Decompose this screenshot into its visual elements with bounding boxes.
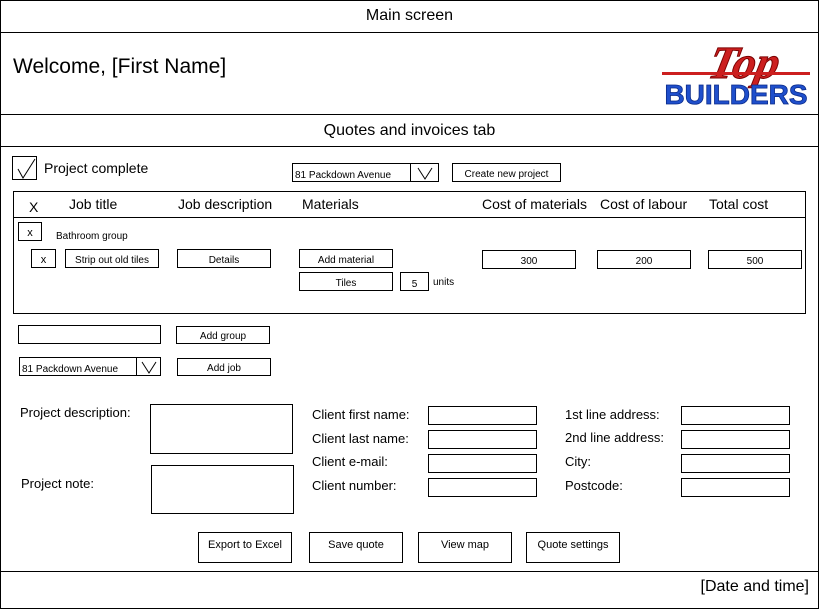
date-time-display: [Date and time] <box>700 578 810 595</box>
client-email-input[interactable] <box>428 454 537 473</box>
job-details-button[interactable]: Details <box>177 249 271 268</box>
project-select-value: 81 Packdown Avenue <box>295 170 392 181</box>
group-name: Bathroom group <box>56 231 128 242</box>
column-header-remove: X <box>29 199 39 215</box>
column-header-cost-materials: Cost of materials <box>482 196 588 212</box>
project-description-input[interactable] <box>150 404 293 454</box>
job-project-select[interactable]: 81 Packdown Avenue <box>19 357 161 376</box>
address-line1-input[interactable] <box>681 406 790 425</box>
material-field[interactable]: Tiles <box>299 272 393 291</box>
city-label: City: <box>565 454 591 469</box>
address-line2-input[interactable] <box>681 430 790 449</box>
column-header-job-title: Job title <box>69 196 118 212</box>
add-group-button[interactable]: Add group <box>176 326 270 344</box>
column-header-cost-labour: Cost of labour <box>600 196 688 212</box>
client-last-name-label: Client last name: <box>312 431 409 446</box>
units-label: units <box>433 277 455 288</box>
checkmark-icon <box>17 158 36 179</box>
project-note-input[interactable] <box>151 465 294 514</box>
client-first-name-label: Client first name: <box>312 407 410 422</box>
client-number-label: Client number: <box>312 478 397 493</box>
address-line2-label: 2nd line address: <box>565 430 665 445</box>
cost-labour-field[interactable]: 200 <box>597 250 691 269</box>
column-header-job-description: Job description <box>178 196 273 212</box>
client-email-label: Client e-mail: <box>312 454 388 469</box>
company-logo: Top BUILDERS <box>660 38 812 110</box>
job-title-field[interactable]: Strip out old tiles <box>65 249 159 268</box>
remove-group-button[interactable]: x <box>18 222 42 241</box>
save-quote-button[interactable]: Save quote <box>309 532 403 563</box>
quote-settings-button[interactable]: Quote settings <box>526 532 620 563</box>
welcome-text: Welcome, [First Name] <box>13 55 227 78</box>
group-name-input[interactable] <box>18 325 161 344</box>
chevron-down-icon[interactable] <box>410 164 438 181</box>
project-description-label: Project description: <box>20 405 131 420</box>
project-complete-checkbox[interactable] <box>12 156 37 180</box>
column-header-materials: Materials <box>302 196 359 212</box>
job-project-select-value: 81 Packdown Avenue <box>22 364 119 375</box>
tab-title: Quotes and invoices tab <box>323 122 496 139</box>
add-material-button[interactable]: Add material <box>299 249 393 268</box>
create-new-project-button[interactable]: Create new project <box>452 163 561 182</box>
remove-job-button[interactable]: x <box>31 249 56 268</box>
table-header-divider <box>13 217 806 218</box>
export-to-excel-button[interactable]: Export to Excel <box>198 532 292 563</box>
material-quantity-field[interactable]: 5 <box>400 272 429 291</box>
screen-title: Main screen <box>365 7 454 24</box>
column-header-total-cost: Total cost <box>709 196 769 212</box>
project-note-label: Project note: <box>21 476 94 491</box>
total-cost-field[interactable]: 500 <box>708 250 802 269</box>
address-line1-label: 1st line address: <box>565 407 660 422</box>
divider <box>0 571 819 572</box>
divider <box>0 146 819 147</box>
postcode-input[interactable] <box>681 478 790 497</box>
project-complete-label: Project complete <box>44 160 149 176</box>
svg-text:BUILDERS: BUILDERS <box>664 79 807 108</box>
cost-materials-field[interactable]: 300 <box>482 250 576 269</box>
city-input[interactable] <box>681 454 790 473</box>
client-first-name-input[interactable] <box>428 406 537 425</box>
postcode-label: Postcode: <box>565 478 623 493</box>
chevron-down-icon[interactable] <box>136 358 160 375</box>
divider <box>0 32 819 33</box>
project-select[interactable]: 81 Packdown Avenue <box>292 163 439 182</box>
add-job-button[interactable]: Add job <box>177 358 271 376</box>
divider <box>0 114 819 115</box>
view-map-button[interactable]: View map <box>418 532 512 563</box>
client-number-input[interactable] <box>428 478 537 497</box>
client-last-name-input[interactable] <box>428 430 537 449</box>
